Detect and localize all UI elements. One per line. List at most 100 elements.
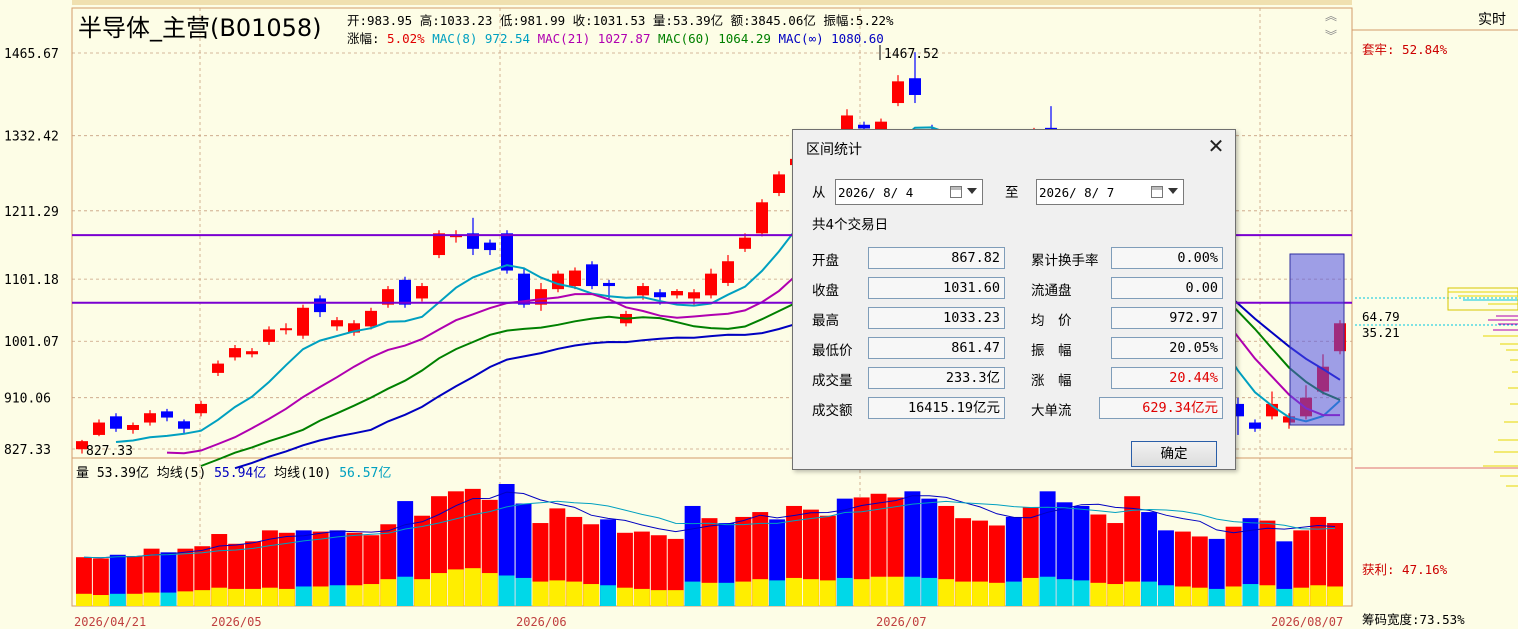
x-tick-label: 2026/08/07 [1271,615,1343,629]
stat-label: 成交量 [812,373,853,389]
indicator-label: MAC(60) [650,31,711,46]
high-price-label: 1467.52 [884,47,939,62]
volume-bar-inner [718,582,735,606]
calendar-icon[interactable] [1151,186,1163,198]
volume-bar-inner [126,593,143,606]
volume-bar-inner [887,576,904,606]
volume-bar-inner [1208,588,1225,606]
volume-bar-inner [1158,585,1174,606]
x-tick-label: 2026/05 [211,615,262,629]
chevron-down-icon[interactable] [967,188,977,194]
price-info-line: 开:983.95 高:1033.23 低:981.99 收:1031.53 量:… [347,10,894,29]
close-icon[interactable]: ✕ [1203,133,1229,159]
price-label: 开: [347,13,368,28]
stat-label: 最高 [812,313,839,329]
interval-stats-dialog[interactable]: 区间统计 ✕ 从 2026/ 8/ 4 至 2026/ 8/ 7 共4个交易日 … [792,129,1236,470]
volume-bar-inner [109,593,126,606]
stat-value-field: 972.97 [1111,307,1223,329]
candle-body [144,413,156,423]
volume-bar-inner [1022,577,1039,606]
ma-info-line: 涨幅: 5.02% MAC(8) 972.54 MAC(21) 1027.87 … [347,28,884,47]
indicator-label: 涨幅: [347,31,380,46]
trading-days-count: 共4个交易日 [812,217,889,233]
x-tick-label: 2026/06 [516,615,567,629]
candle-body [416,286,428,299]
volume-bar-inner [143,592,160,606]
volume-bar-inner [228,588,245,606]
stat-value-field: 0.00 [1111,277,1223,299]
candle-body [637,286,649,296]
volume-bar-inner [380,579,397,606]
volume-bar-inner [1259,585,1276,606]
y-tick-label: 1101.18 [4,273,59,288]
volume-bar-inner [566,581,583,606]
stat-value-field: 861.47 [868,337,1005,359]
indicator-value: 1080.60 [823,31,884,46]
ma10-label: 均线(10) [266,466,332,481]
from-label: 从 [812,185,826,201]
candle-body [1249,422,1261,429]
candle-body [569,270,581,287]
to-label: 至 [1005,185,1019,201]
trapped-ratio: 套牢: 52.84% [1362,42,1448,57]
price-value: 983.95 [367,13,413,28]
price-value: 1033.23 [439,13,493,28]
ok-button[interactable]: 确定 [1131,441,1217,467]
low-price-label: 827.33 [86,444,133,459]
from-date-value: 2026/ 8/ 4 [838,185,914,200]
volume-bar-inner [397,576,414,606]
stat-label: 涨 幅 [1031,373,1072,389]
volume-bar-inner [988,582,1005,606]
price-label: 额: [723,13,751,28]
stock-title: 半导体_主营(B01058) [78,14,322,42]
price-label: 高: [412,13,440,28]
kline-svg: 827.33 910.06 1001.07 1101.18 1211.29 1332.42… [4,0,1518,629]
to-date-picker[interactable]: 2026/ 8/ 7 [1036,179,1184,205]
candle-body [433,233,445,256]
candle-body [127,425,139,430]
collapse-up-icon[interactable]: ︽ [1322,10,1340,22]
y-tick-label: 1465.67 [4,47,59,62]
volume-bar-inner [802,579,819,606]
candle-body [195,403,207,414]
realtime-tab[interactable]: 实时 [1478,9,1506,29]
volume-bar-inner [1005,581,1022,606]
candle-body [93,422,105,435]
y-tick-label: 910.06 [4,392,51,407]
volume-bar-inner [853,579,870,606]
price-value: 3845.06亿 [750,13,816,28]
volume-bar-inner [769,580,786,606]
from-date-picker[interactable]: 2026/ 8/ 4 [835,179,983,205]
stat-value-field: 629.34亿元 [1099,397,1223,419]
collapse-down-icon[interactable]: ︾ [1322,30,1340,42]
indicator-value: 972.54 [477,31,531,46]
price-value: 5.22% [855,13,894,28]
candle-body [365,310,377,327]
ma5-label: 均线(5) [148,466,207,481]
volume-bar-inner [312,586,329,606]
candle-body [246,351,258,355]
volume-bar-inner [1124,581,1141,606]
price-label: 收: [565,13,593,28]
y-tick-label: 1211.29 [4,205,59,220]
kline-chart[interactable]: 827.33 910.06 1001.07 1101.18 1211.29 1332.42… [0,0,1518,629]
price-value: 1031.53 [592,13,646,28]
volume-bar-inner [1191,587,1208,606]
volume-bar-inner [245,588,261,606]
candle-body [110,416,122,429]
volume-bar-inner [1090,582,1107,606]
stat-label: 大单流 [1031,403,1072,419]
candle-body [212,363,224,373]
candle-body [161,411,173,418]
volume-bar-inner [667,590,684,606]
volume-bar-inner [76,593,92,606]
calendar-icon[interactable] [950,186,962,198]
volume-bar-inner [532,581,549,606]
chevron-down-icon[interactable] [1168,188,1178,194]
volume-bar-inner [684,581,701,606]
stat-label: 成交额 [812,403,853,419]
stat-value-field: 867.82 [868,247,1005,269]
price-value: 53.39亿 [672,13,724,28]
chip-region [1447,287,1518,311]
candle-body [892,81,904,104]
